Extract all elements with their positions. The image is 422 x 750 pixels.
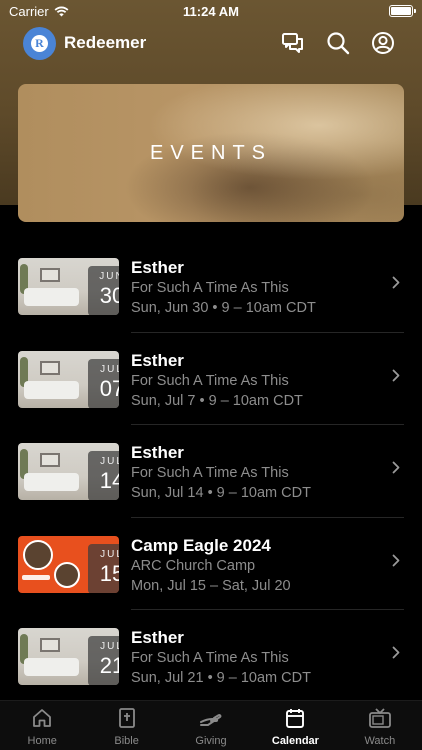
date-badge: JUL 07: [88, 358, 119, 408]
banner-title: EVENTS: [149, 141, 273, 164]
date-badge: JUL 14: [88, 451, 119, 500]
thumbnail-frame: [40, 453, 60, 467]
date-day: 07: [99, 375, 119, 401]
event-subtitle: For Such A Time As This: [131, 465, 289, 481]
event-thumbnail: JUL 21: [18, 628, 119, 685]
date-month: JUL: [100, 456, 119, 467]
date-badge: JUN 30: [88, 266, 119, 315]
events-banner: EVENTS: [18, 84, 404, 222]
app-name: Redeemer: [64, 33, 147, 52]
date-badge: JUL 15: [88, 543, 119, 593]
date-day: 21: [99, 653, 119, 678]
logo-letter: R: [31, 35, 48, 52]
thumbnail-sofa: [24, 288, 79, 306]
event-title: Esther: [131, 628, 184, 647]
tab-home[interactable]: Home: [0, 701, 84, 750]
event-title: Camp Eagle 2024: [131, 535, 271, 555]
chevron-right-icon: [392, 461, 400, 474]
chevron-right-icon: [392, 554, 400, 566]
event-thumbnail: JUN 30: [18, 258, 119, 315]
search-icon: [327, 32, 350, 55]
tab-label: Watch: [364, 735, 396, 747]
event-subtitle: For Such A Time As This: [131, 372, 289, 389]
chat-icon: [282, 33, 303, 53]
event-row[interactable]: JUL 14 Esther For Such A Time As This Su…: [0, 425, 422, 518]
date-month: JUL: [100, 548, 119, 560]
tab-bible[interactable]: Bible: [84, 701, 168, 750]
app-header: R Redeemer: [0, 26, 422, 62]
event-row[interactable]: JUL 15 Camp Eagle 2024 ARC Church Camp M…: [0, 518, 422, 610]
camp-logo: [22, 574, 50, 580]
thumbnail-frame: [40, 360, 60, 375]
event-row[interactable]: JUL 21 Esther For Such A Time As This Su…: [0, 610, 422, 703]
battery-icon: [389, 5, 416, 17]
bible-icon: [116, 707, 138, 732]
tv-icon: [368, 707, 392, 732]
tab-label: Giving: [195, 735, 227, 747]
event-title: Esther: [131, 350, 184, 370]
tab-label: Calendar: [271, 735, 319, 747]
calendar-icon: [284, 707, 306, 732]
status-time: 11:24 AM: [183, 4, 239, 19]
event-list: JUN 30 Esther For Such A Time As This Su…: [0, 240, 422, 703]
date-badge: JUL 21: [88, 636, 119, 685]
event-datetime: Sun, Jun 30 • 9 – 10am CDT: [131, 300, 316, 316]
account-icon: [372, 32, 394, 54]
camp-photo: [54, 561, 80, 588]
date-month: JUL: [100, 363, 119, 375]
home-icon: [31, 707, 53, 732]
event-datetime: Sun, Jul 21 • 9 – 10am CDT: [131, 670, 311, 686]
profile-button[interactable]: [370, 30, 396, 56]
camp-photo: [23, 539, 53, 570]
tab-calendar[interactable]: Calendar: [253, 701, 337, 750]
tab-bar: Home Bible Giving Calendar Watch: [0, 700, 422, 750]
church-logo[interactable]: R: [23, 27, 56, 60]
chevron-right-icon: [392, 369, 400, 381]
giving-icon: [199, 707, 223, 732]
chevron-right-icon: [392, 276, 400, 289]
tab-giving[interactable]: Giving: [169, 701, 253, 750]
chevron-right-icon: [392, 646, 400, 659]
event-datetime: Sun, Jul 14 • 9 – 10am CDT: [131, 485, 311, 501]
thumbnail-frame: [40, 268, 60, 282]
event-row[interactable]: JUL 07 Esther For Such A Time As This Su…: [0, 333, 422, 425]
thumbnail-sofa: [24, 658, 79, 676]
event-thumbnail: JUL 07: [18, 350, 119, 408]
event-row[interactable]: JUN 30 Esther For Such A Time As This Su…: [0, 240, 422, 333]
thumbnail-sofa: [24, 473, 79, 491]
date-month: JUL: [100, 641, 119, 652]
thumbnail-sofa: [24, 380, 79, 399]
event-datetime: Sun, Jul 7 • 9 – 10am CDT: [131, 392, 303, 409]
event-subtitle: For Such A Time As This: [131, 650, 289, 666]
status-bar: Carrier 11:24 AM: [0, 0, 422, 22]
event-subtitle: For Such A Time As This: [131, 280, 289, 296]
event-title: Esther: [131, 443, 184, 462]
thumbnail-frame: [40, 638, 60, 652]
event-title: Esther: [131, 258, 184, 277]
date-day: 30: [99, 283, 119, 308]
event-thumbnail: JUL 14: [18, 443, 119, 500]
date-day: 14: [99, 468, 119, 493]
date-month: JUN: [99, 271, 119, 282]
messages-button[interactable]: [280, 30, 306, 56]
date-day: 15: [99, 560, 119, 586]
event-datetime: Mon, Jul 15 – Sat, Jul 20: [131, 577, 291, 594]
tab-watch[interactable]: Watch: [338, 701, 422, 750]
event-thumbnail: JUL 15: [18, 535, 119, 593]
tab-label: Home: [27, 735, 57, 747]
search-button[interactable]: [325, 30, 351, 56]
tab-label: Bible: [114, 735, 139, 747]
event-subtitle: ARC Church Camp: [131, 557, 256, 574]
